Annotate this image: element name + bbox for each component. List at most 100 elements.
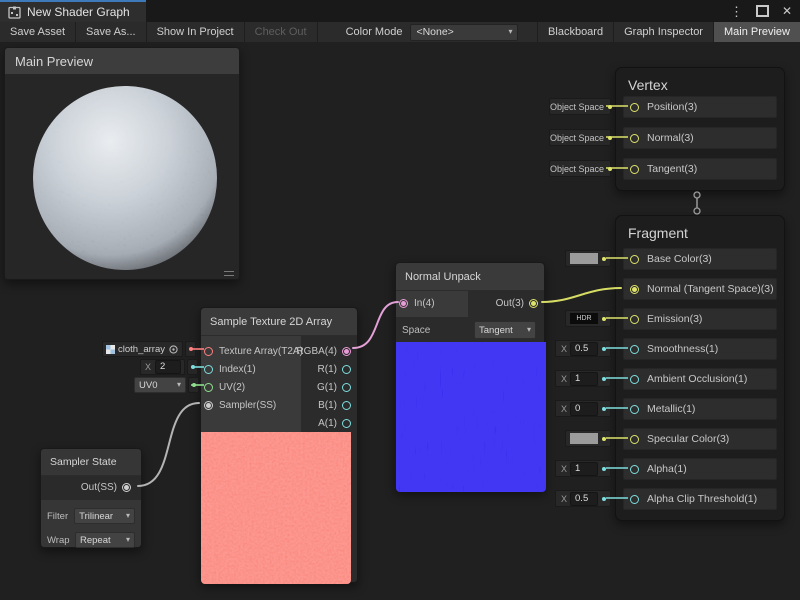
kebab-menu-icon[interactable]: ⋮ [730,5,743,18]
uv-channel-dropdown[interactable]: UV0 ▾ [134,377,186,393]
color-mode-dropdown[interactable]: <None> ▾ [410,24,518,41]
port-index[interactable] [204,365,213,374]
port-in[interactable] [399,299,408,308]
link-handle-top [694,192,700,198]
main-preview-panel[interactable]: Main Preview [4,47,240,280]
normal-unpack-ports: In(4) Out(3) [396,291,544,317]
object-space-chip[interactable]: Object Space [549,160,611,177]
color-mode-label: Color Mode [318,22,411,42]
chip-port-dot-box [185,341,196,357]
port-texture-array[interactable] [204,347,213,356]
port-r[interactable] [342,365,351,374]
show-in-project-button[interactable]: Show In Project [147,22,245,42]
port-specular-color[interactable] [630,435,639,444]
port-b[interactable] [342,401,351,410]
graph-inspector-toggle-button[interactable]: Graph Inspector [613,22,713,42]
port-normal[interactable] [630,134,639,143]
graph-canvas[interactable]: Main Preview [0,42,800,600]
space-label: Space [402,325,430,336]
port-a[interactable] [342,419,351,428]
port-label: Alpha Clip Threshold(1) [647,493,757,505]
color-swatch[interactable] [570,433,598,444]
port-label: Metallic(1) [647,403,695,415]
blackboard-label: Blackboard [548,26,603,38]
port-alpha-clip-threshold[interactable] [630,495,639,504]
chip-port-dot [602,407,606,411]
panel-resize-grip[interactable] [224,271,234,276]
node-sample-texture-2d-array[interactable]: Sample Texture 2D Array Texture Array(T2… [200,307,358,583]
port-label: RGBA(4) [296,346,337,357]
vertex-row-tangent: Tangent(3) [623,158,777,180]
object-space-chip[interactable]: Object Space [549,129,611,146]
port-g[interactable] [342,383,351,392]
hdr-color-swatch[interactable]: HDR [570,313,598,324]
save-asset-button[interactable]: Save Asset [0,22,76,42]
tab-new-shader-graph[interactable]: New Shader Graph [0,0,146,22]
value-field[interactable]: 0 [570,402,598,416]
vertex-row-normal: Normal(3) [623,127,777,149]
close-icon[interactable]: ✕ [782,5,792,17]
input-row-in: In(4) [396,295,435,312]
smoothness-value-chip[interactable]: X 0.5 [555,340,611,357]
node-vertex[interactable]: Vertex Position(3) Normal(3) Tangent(3) [615,67,785,191]
alpha-clip-value-chip[interactable]: X 0.5 [555,490,611,507]
wrap-dropdown[interactable]: Repeat ▾ [75,532,135,548]
texture-preview-red [201,432,351,584]
port-uv[interactable] [204,383,213,392]
main-preview-toggle-button[interactable]: Main Preview [713,22,800,42]
metallic-value-chip[interactable]: X 0 [555,400,611,417]
filter-dropdown[interactable]: Trilinear ▾ [74,508,135,524]
port-sampler[interactable] [204,401,213,410]
port-smoothness[interactable] [630,345,639,354]
output-row-a: A(1) [299,415,357,432]
chip-port-dot [608,136,612,140]
port-position[interactable] [630,103,639,112]
node-sampler-state[interactable]: Sampler State Out(SS) Filter Trilinear ▾… [40,448,142,548]
port-alpha[interactable] [630,465,639,474]
port-base-color[interactable] [630,255,639,264]
node-normal-unpack[interactable]: Normal Unpack In(4) Out(3) Space Tangent… [395,262,545,491]
value-field[interactable]: 0.5 [570,342,598,356]
port-tangent[interactable] [630,165,639,174]
value-field[interactable]: 0.5 [570,492,598,506]
ambient-occlusion-value-chip[interactable]: X 1 [555,370,611,387]
check-out-label: Check Out [255,26,307,38]
value-field[interactable]: 2 [155,360,181,374]
color-swatch[interactable] [570,253,598,264]
base-color-swatch-chip[interactable] [565,250,611,267]
port-out-ss[interactable] [122,483,131,492]
texture-thumbnail-icon [106,345,115,354]
space-dropdown[interactable]: Tangent ▾ [474,321,536,339]
save-as-button[interactable]: Save As... [76,22,147,42]
port-ambient-occlusion[interactable] [630,375,639,384]
filter-label: Filter [47,511,68,522]
object-space-label: Object Space [550,102,604,112]
graph-toolbar: Save Asset Save As... Show In Project Ch… [0,22,800,43]
port-metallic[interactable] [630,405,639,414]
check-out-button[interactable]: Check Out [245,22,318,42]
specular-color-swatch-chip[interactable] [565,430,611,447]
index-value-chip[interactable]: X 2 [140,359,185,375]
port-label: Texture Array(T2A) [219,346,303,357]
port-emission[interactable] [630,315,639,324]
object-space-chip[interactable]: Object Space [549,98,611,115]
value-field[interactable]: 1 [570,462,598,476]
port-rgba[interactable] [342,347,351,356]
object-picker-icon[interactable] [168,344,179,355]
emission-hdr-swatch-chip[interactable]: HDR [565,310,611,327]
uv-chip-assembly: UV0 ▾ [134,377,199,393]
save-as-label: Save As... [86,26,136,38]
port-out[interactable] [529,299,538,308]
vertex-row-position: Position(3) [623,96,777,118]
chip-port-dot [191,365,195,369]
cloth-array-object-field[interactable]: cloth_array [102,341,183,357]
main-preview-header: Main Preview [5,48,239,74]
x-label: X [561,344,567,354]
alpha-value-chip[interactable]: X 1 [555,460,611,477]
port-normal-tangent-space[interactable] [630,285,639,294]
value-field[interactable]: 1 [570,372,598,386]
blackboard-toggle-button[interactable]: Blackboard [537,22,613,42]
node-fragment[interactable]: Fragment Base Color(3) Normal (Tangent S… [615,215,785,521]
maximize-icon[interactable] [756,5,769,17]
save-asset-label: Save Asset [10,26,65,38]
